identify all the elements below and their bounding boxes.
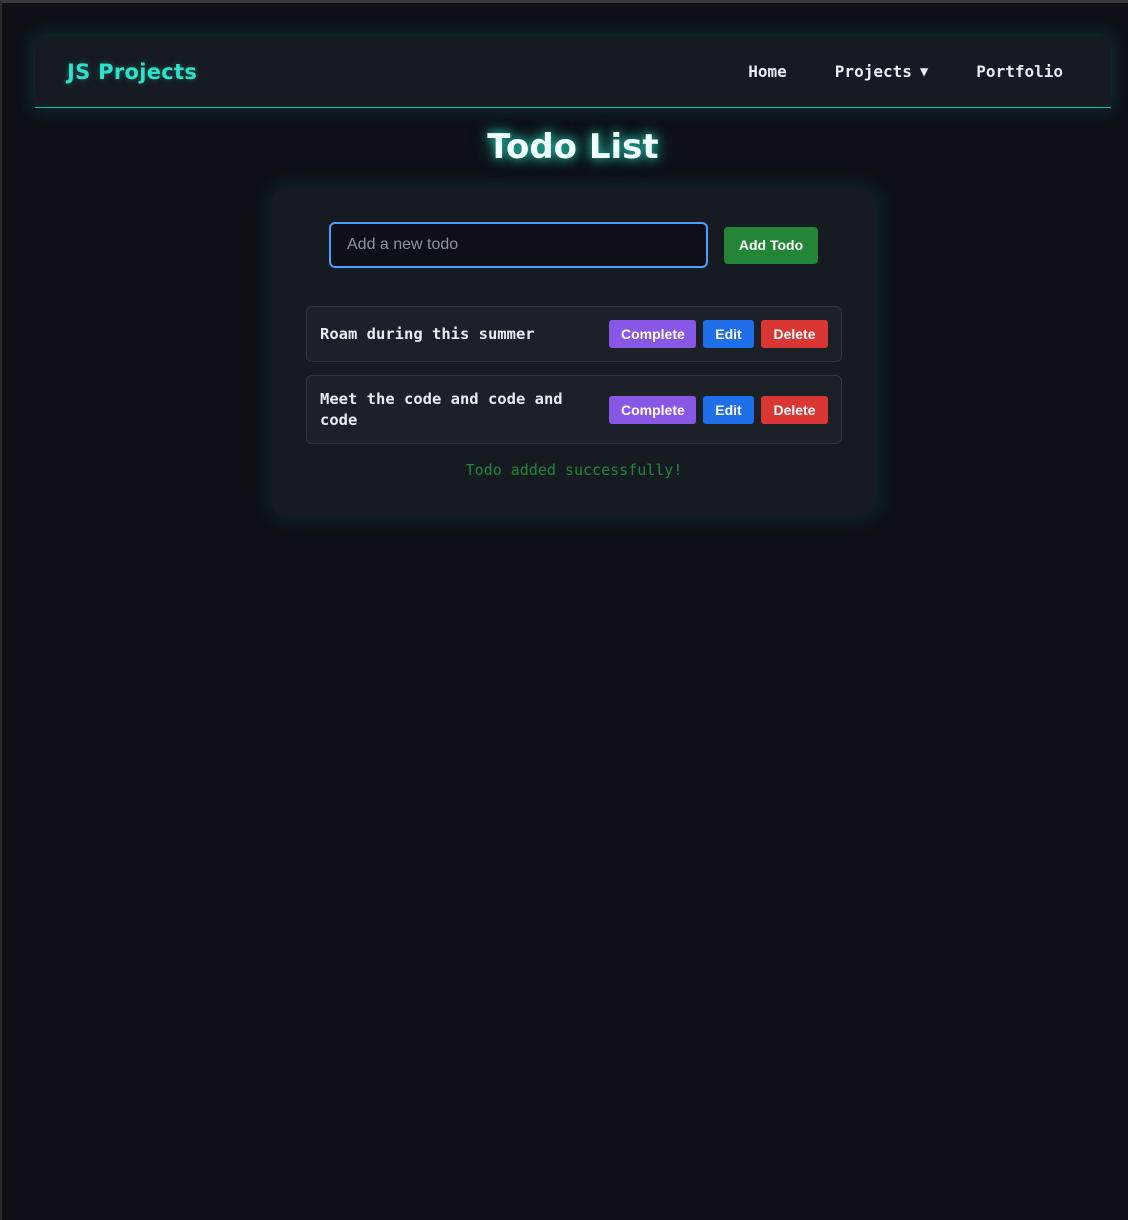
add-todo-button[interactable]: Add Todo <box>724 226 818 264</box>
caret-down-icon: ▼ <box>919 63 929 80</box>
nav-link-portfolio-label: Portfolio <box>976 62 1063 81</box>
edit-button[interactable]: Edit <box>703 320 754 348</box>
complete-button[interactable]: Complete <box>609 320 696 348</box>
nav-link-home[interactable]: Home <box>724 62 811 81</box>
status-message: Todo added successfully! <box>465 461 683 479</box>
delete-button[interactable]: Delete <box>761 320 828 348</box>
complete-button[interactable]: Complete <box>609 395 696 424</box>
nav-link-home-label: Home <box>748 62 787 81</box>
todo-actions: Complete Edit Delete <box>609 395 828 424</box>
todo-text: Roam during this summer <box>320 324 535 343</box>
brand-logo[interactable]: JS Projects <box>67 60 197 84</box>
nav-links: Home Projects ▼ Portfolio <box>724 62 1079 81</box>
todo-item: Roam during this summer Complete Edit De… <box>306 306 842 362</box>
todo-list: Roam during this summer Complete Edit De… <box>306 306 842 457</box>
add-todo-row: Add Todo <box>329 222 818 268</box>
edit-button[interactable]: Edit <box>703 395 754 424</box>
delete-button[interactable]: Delete <box>761 395 828 424</box>
todo-actions: Complete Edit Delete <box>609 320 828 348</box>
nav-link-projects-label: Projects <box>834 62 912 81</box>
todo-card: Add Todo Roam during this summer Complet… <box>272 189 876 515</box>
todo-item: Meet the code and code and code Complete… <box>306 375 842 444</box>
todo-text: Meet the code and code and code <box>320 389 563 429</box>
nav-link-portfolio[interactable]: Portfolio <box>952 62 1079 81</box>
nav-link-projects-dropdown[interactable]: Projects ▼ <box>811 62 953 81</box>
todo-input[interactable] <box>329 222 708 268</box>
navbar: JS Projects Home Projects ▼ Portfolio <box>35 36 1111 108</box>
page-title: Todo List <box>487 127 659 167</box>
